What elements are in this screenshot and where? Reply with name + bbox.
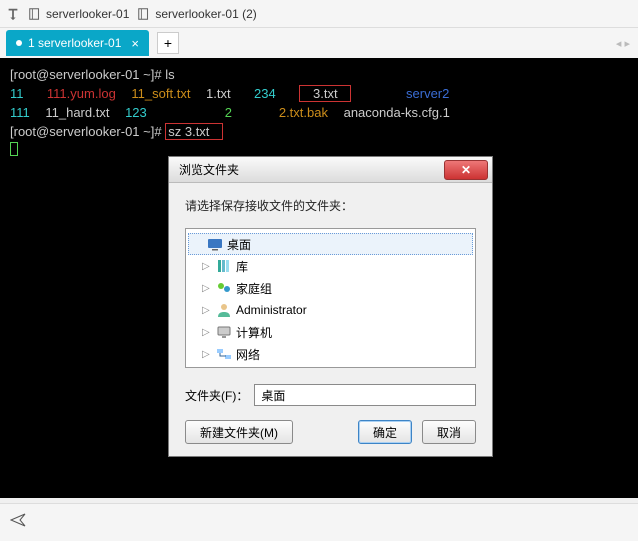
- tab-close-icon[interactable]: ×: [131, 36, 139, 51]
- tree-node-label: 家庭组: [236, 280, 272, 297]
- session-toolbar: serverlooker-01 serverlooker-01 (2): [0, 0, 638, 28]
- ok-button[interactable]: 确定: [358, 420, 412, 444]
- dialog-titlebar[interactable]: 浏览文件夹 ✕: [169, 157, 492, 183]
- browse-folder-dialog: 浏览文件夹 ✕ 请选择保存接收文件的文件夹： 桌面 ▷ 库 ▷ 家庭组 ▷: [168, 156, 493, 457]
- tree-expander[interactable]: ▷: [202, 327, 212, 338]
- tree-node-user[interactable]: ▷ Administrator: [188, 299, 473, 321]
- tree-node-computer[interactable]: ▷ 计算机: [188, 321, 473, 343]
- folder-field-input[interactable]: [254, 384, 476, 406]
- terminal-cursor: [10, 142, 18, 156]
- network-icon: [216, 346, 232, 362]
- tab-bar: 1 serverlooker-01 × + ◂ ▸: [0, 28, 638, 58]
- status-bar: [0, 503, 638, 541]
- dialog-prompt: 请选择保存接收文件的文件夹：: [185, 197, 476, 214]
- tree-node-label: Administrator: [236, 303, 307, 317]
- library-icon: [216, 258, 232, 274]
- toolbar-pin-icon[interactable]: [6, 7, 20, 21]
- new-tab-button[interactable]: +: [157, 32, 179, 54]
- desktop-icon: [207, 236, 223, 252]
- tab-active[interactable]: 1 serverlooker-01 ×: [6, 30, 149, 56]
- toolbar-session-1[interactable]: serverlooker-01: [28, 7, 129, 21]
- tree-node-library[interactable]: ▷ 库: [188, 255, 473, 277]
- dialog-close-button[interactable]: ✕: [444, 160, 488, 180]
- dialog-title: 浏览文件夹: [179, 161, 239, 178]
- status-send-icon[interactable]: [10, 512, 26, 533]
- tree-node-label: 库: [236, 258, 248, 275]
- toolbar-session-2[interactable]: serverlooker-01 (2): [137, 7, 256, 21]
- toolbar-session-2-label: serverlooker-01 (2): [155, 7, 256, 21]
- folder-field-label: 文件夹(F)：: [185, 387, 248, 404]
- tree-expander[interactable]: ▷: [202, 305, 212, 316]
- tree-expander[interactable]: ▷: [202, 349, 212, 360]
- tree-node-label: 计算机: [236, 324, 272, 341]
- tree-node-desktop[interactable]: 桌面: [188, 233, 473, 255]
- tree-node-label: 网络: [236, 346, 260, 363]
- cancel-button[interactable]: 取消: [422, 420, 476, 444]
- homegroup-icon: [216, 280, 232, 296]
- tree-node-label: 桌面: [227, 236, 251, 253]
- computer-icon: [216, 324, 232, 340]
- tab-active-label: 1 serverlooker-01: [28, 36, 121, 50]
- new-folder-button[interactable]: 新建文件夹(M): [185, 420, 293, 444]
- tab-status-dot: [16, 40, 22, 46]
- folder-tree[interactable]: 桌面 ▷ 库 ▷ 家庭组 ▷ Administrator ▷ 计算机: [185, 228, 476, 368]
- tree-expander[interactable]: ▷: [202, 283, 212, 294]
- tree-expander[interactable]: ▷: [202, 261, 212, 272]
- tab-scroll-arrows[interactable]: ◂ ▸: [616, 37, 630, 50]
- user-icon: [216, 302, 232, 318]
- toolbar-session-1-label: serverlooker-01: [46, 7, 129, 21]
- tree-node-network[interactable]: ▷ 网络: [188, 343, 473, 365]
- tree-node-homegroup[interactable]: ▷ 家庭组: [188, 277, 473, 299]
